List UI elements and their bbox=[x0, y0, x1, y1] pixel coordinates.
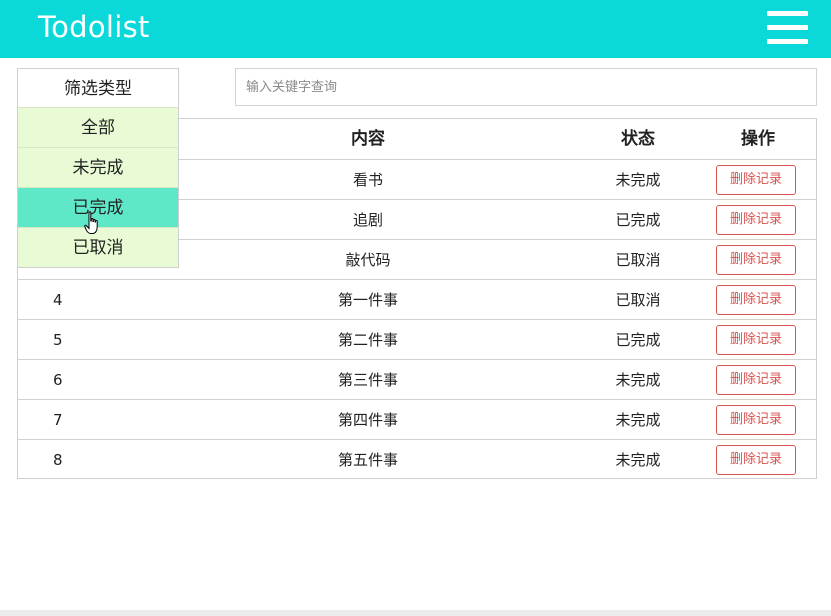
filter-dropdown-menu: 全部 未完成 已完成 已取消 bbox=[17, 107, 179, 268]
menu-bar bbox=[767, 39, 808, 44]
table-row: 8 第五件事 未完成 删除记录 bbox=[18, 439, 816, 479]
search-input[interactable] bbox=[235, 68, 817, 106]
delete-record-button[interactable]: 删除记录 bbox=[716, 245, 796, 275]
hand-pointer-icon bbox=[84, 211, 98, 234]
row-status: 未完成 bbox=[615, 171, 661, 189]
row-status: 未完成 bbox=[615, 371, 661, 389]
filter-option-incomplete[interactable]: 未完成 bbox=[18, 147, 178, 187]
table-row: 5 第二件事 已完成 删除记录 bbox=[18, 319, 816, 359]
delete-record-button[interactable]: 删除记录 bbox=[716, 365, 796, 395]
row-content: 第四件事 bbox=[337, 411, 398, 429]
row-id: 7 bbox=[53, 411, 63, 429]
row-content: 第一件事 bbox=[337, 291, 398, 309]
delete-record-button[interactable]: 删除记录 bbox=[716, 325, 796, 355]
row-content: 第二件事 bbox=[337, 331, 398, 349]
table-row: 7 第四件事 未完成 删除记录 bbox=[18, 399, 816, 439]
row-id: 4 bbox=[53, 291, 63, 309]
row-id: 6 bbox=[53, 371, 63, 389]
header-status: 状态 bbox=[621, 129, 655, 149]
hamburger-menu-icon[interactable] bbox=[767, 11, 808, 44]
delete-record-button[interactable]: 删除记录 bbox=[716, 285, 796, 315]
delete-record-button[interactable]: 删除记录 bbox=[716, 205, 796, 235]
row-status: 已完成 bbox=[615, 211, 661, 229]
menu-bar bbox=[767, 11, 808, 16]
delete-record-button[interactable]: 删除记录 bbox=[716, 405, 796, 435]
row-content: 敲代码 bbox=[345, 251, 391, 269]
row-content: 看书 bbox=[352, 171, 383, 189]
row-content: 追剧 bbox=[352, 211, 383, 229]
row-id: 5 bbox=[53, 331, 63, 349]
table-row: 6 第三件事 未完成 删除记录 bbox=[18, 359, 816, 399]
table-row: 4 第一件事 已取消 删除记录 bbox=[18, 279, 816, 319]
row-status: 已完成 bbox=[615, 331, 661, 349]
app-header: Todolist bbox=[0, 0, 831, 58]
row-status: 已取消 bbox=[615, 291, 661, 309]
delete-record-button[interactable]: 删除记录 bbox=[716, 445, 796, 475]
app-title: Todolist bbox=[38, 10, 150, 44]
row-id: 8 bbox=[53, 451, 63, 469]
window-bottom-edge bbox=[0, 610, 831, 616]
header-operation: 操作 bbox=[741, 129, 775, 149]
filter-type-select[interactable]: 筛选类型 bbox=[17, 68, 179, 108]
menu-bar bbox=[767, 25, 808, 30]
delete-record-button[interactable]: 删除记录 bbox=[716, 165, 796, 195]
row-content: 第三件事 bbox=[337, 371, 398, 389]
row-status: 未完成 bbox=[615, 411, 661, 429]
row-content: 第五件事 bbox=[337, 451, 398, 469]
filter-option-all[interactable]: 全部 bbox=[18, 107, 178, 147]
header-content: 内容 bbox=[351, 129, 385, 149]
row-status: 未完成 bbox=[615, 451, 661, 469]
row-status: 已取消 bbox=[615, 251, 661, 269]
